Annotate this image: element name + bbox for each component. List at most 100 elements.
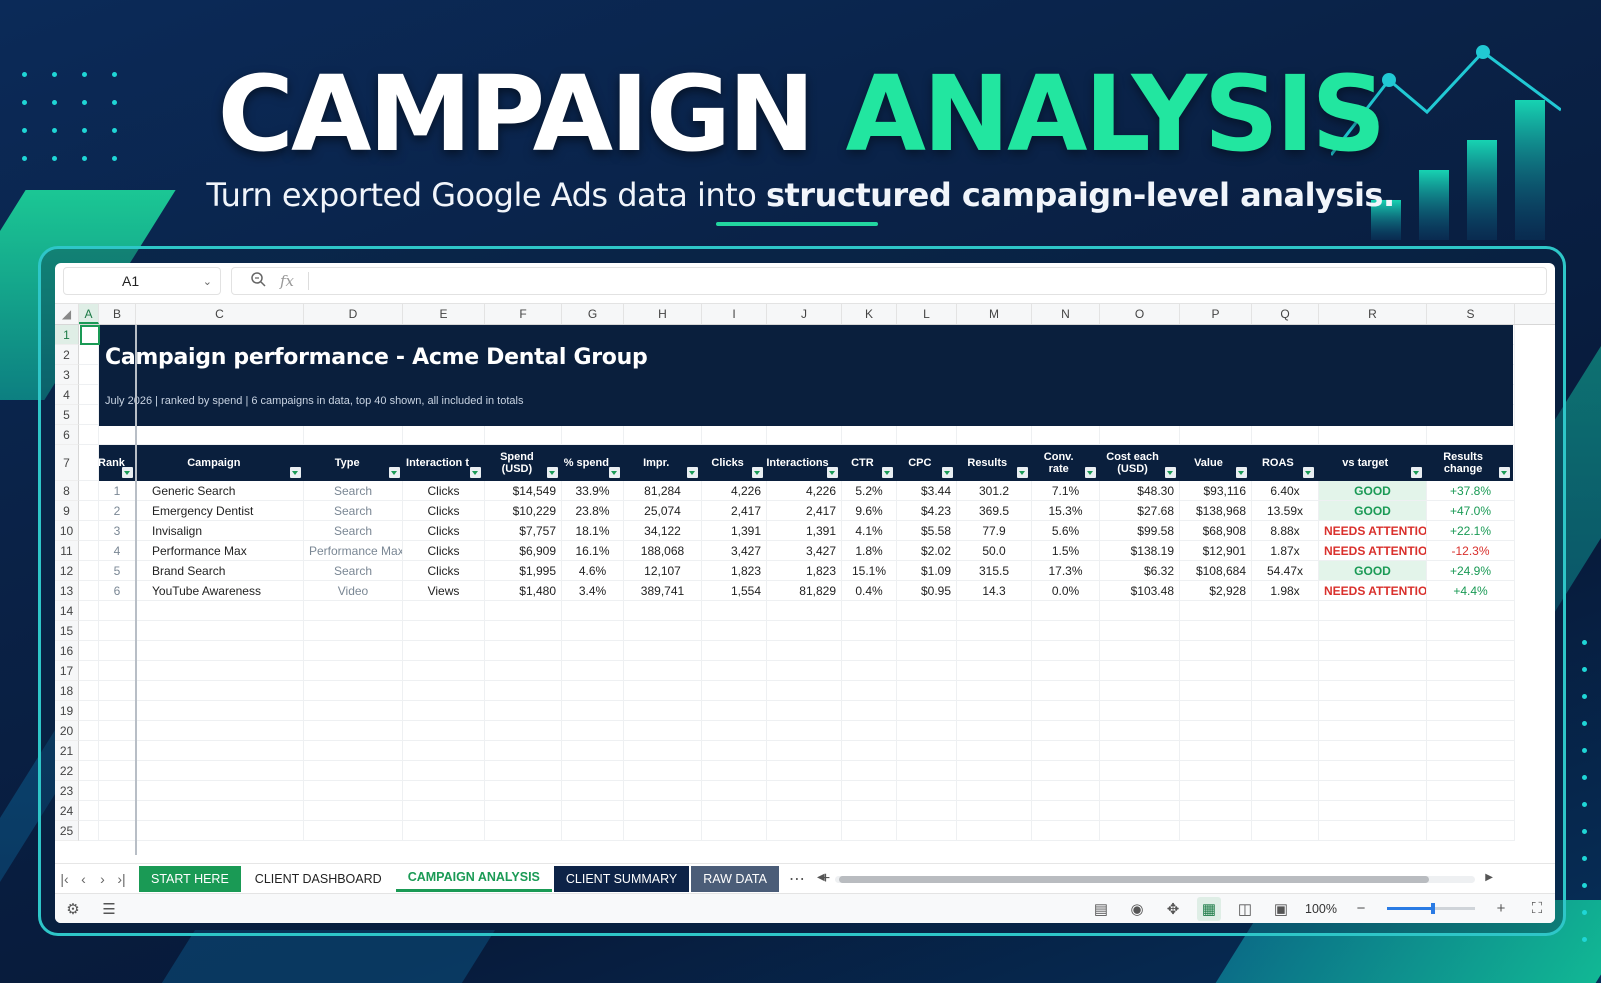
grid-cell[interactable]: +24.9% <box>1427 561 1515 581</box>
grid-cell[interactable] <box>485 641 562 661</box>
grid-cell[interactable]: 17.3% <box>1032 561 1100 581</box>
grid-cell[interactable] <box>79 445 99 481</box>
row-number[interactable]: 20 <box>55 721 79 741</box>
column-header-q[interactable]: Q <box>1252 304 1319 324</box>
row-number[interactable]: 14 <box>55 601 79 621</box>
grid-cell[interactable] <box>1427 621 1515 641</box>
grid-cell[interactable] <box>957 621 1032 641</box>
grid-cell[interactable]: $138,968 <box>1180 501 1252 521</box>
grid-cell[interactable] <box>1100 601 1180 621</box>
grid-cell[interactable]: 4,226 <box>702 481 767 501</box>
grid-cell[interactable]: $27.68 <box>1100 501 1180 521</box>
grid-cell[interactable] <box>1100 741 1180 761</box>
page-setup-icon[interactable]: ▤ <box>1089 897 1113 921</box>
grid-cell[interactable] <box>403 701 485 721</box>
grid-cell[interactable] <box>562 781 624 801</box>
next-sheet-icon[interactable]: › <box>93 871 112 887</box>
grid-cell[interactable] <box>957 761 1032 781</box>
grid-cell[interactable] <box>136 801 304 821</box>
grid-cell[interactable]: Clicks <box>403 481 485 501</box>
grid-cell[interactable] <box>304 741 403 761</box>
grid-cell[interactable] <box>842 761 897 781</box>
table-header-cell[interactable]: vs target <box>1317 445 1425 481</box>
column-header-k[interactable]: K <box>842 304 897 324</box>
grid-cell[interactable]: $103.48 <box>1100 581 1180 601</box>
column-header-o[interactable]: O <box>1100 304 1180 324</box>
column-header-d[interactable]: D <box>304 304 403 324</box>
grid-cell[interactable] <box>702 761 767 781</box>
column-header-j[interactable]: J <box>767 304 842 324</box>
grid-cell[interactable]: 8.88x <box>1252 521 1319 541</box>
grid-cell[interactable]: 13.59x <box>1252 501 1319 521</box>
grid-cell[interactable]: 4 <box>99 541 136 561</box>
grid-cell[interactable] <box>1180 821 1252 841</box>
grid-cell[interactable]: YouTube Awareness <box>136 581 304 601</box>
grid-cell[interactable] <box>897 721 957 741</box>
grid-cell[interactable] <box>79 601 99 621</box>
grid-cell[interactable] <box>957 425 1032 445</box>
grid-cell[interactable] <box>79 365 99 385</box>
grid-cell[interactable] <box>79 621 99 641</box>
row-number[interactable]: 3 <box>55 365 79 385</box>
grid-cell[interactable]: 1,391 <box>702 521 767 541</box>
page-break-icon[interactable]: ▣ <box>1269 897 1293 921</box>
grid-cell[interactable]: Search <box>304 481 403 501</box>
grid-cell[interactable] <box>79 761 99 781</box>
grid-cell[interactable]: NEEDS ATTENTION <box>1319 581 1427 601</box>
filter-dropdown-icon[interactable] <box>547 467 559 478</box>
grid-cell[interactable] <box>702 741 767 761</box>
grid-cell[interactable] <box>624 661 702 681</box>
grid-cell[interactable] <box>304 761 403 781</box>
grid-cell[interactable] <box>136 741 304 761</box>
grid-cell[interactable] <box>1100 761 1180 781</box>
grid-cell[interactable]: $1,995 <box>485 561 562 581</box>
grid-cell[interactable] <box>485 781 562 801</box>
table-header-cell[interactable]: Cost each (USD) <box>1099 445 1179 481</box>
grid-cell[interactable] <box>624 721 702 741</box>
grid-cell[interactable] <box>957 781 1032 801</box>
grid-cell[interactable] <box>897 681 957 701</box>
grid-cell[interactable] <box>897 425 957 445</box>
column-header-m[interactable]: M <box>957 304 1032 324</box>
grid-cell[interactable] <box>136 721 304 741</box>
grid-cell[interactable] <box>403 761 485 781</box>
grid-cell[interactable] <box>897 741 957 761</box>
grid-cell[interactable] <box>1252 821 1319 841</box>
grid-cell[interactable]: 33.9% <box>562 481 624 501</box>
grid-cell[interactable]: NEEDS ATTENTION <box>1319 521 1427 541</box>
grid-cell[interactable] <box>1032 621 1100 641</box>
grid-cell[interactable] <box>99 721 136 741</box>
grid-cell[interactable] <box>897 761 957 781</box>
grid-cell[interactable] <box>99 821 136 841</box>
grid-cell[interactable] <box>562 821 624 841</box>
grid-cell[interactable]: 12,107 <box>624 561 702 581</box>
grid-cell[interactable] <box>1427 641 1515 661</box>
grid-cell[interactable]: Search <box>304 501 403 521</box>
grid-cell[interactable] <box>767 641 842 661</box>
grid-cell[interactable] <box>136 781 304 801</box>
grid-cell[interactable] <box>1427 821 1515 841</box>
grid-cell[interactable] <box>99 641 136 661</box>
fullscreen-icon[interactable]: ⛶ <box>1525 897 1549 921</box>
grid-cell[interactable] <box>1100 721 1180 741</box>
grid-cell[interactable] <box>403 721 485 741</box>
grid-cell[interactable] <box>957 641 1032 661</box>
grid-cell[interactable] <box>304 781 403 801</box>
table-header-cell[interactable]: Interactions <box>766 445 841 481</box>
grid-cell[interactable] <box>1319 641 1427 661</box>
grid-cell[interactable]: 9.6% <box>842 501 897 521</box>
grid-cell[interactable] <box>702 661 767 681</box>
grid-cell[interactable] <box>1180 425 1252 445</box>
grid-cell[interactable] <box>562 621 624 641</box>
grid-cell[interactable] <box>1252 781 1319 801</box>
grid-cell[interactable]: $12,901 <box>1180 541 1252 561</box>
grid-cell[interactable] <box>1180 641 1252 661</box>
grid-cell[interactable] <box>842 781 897 801</box>
grid-cell[interactable] <box>957 741 1032 761</box>
grid-cell[interactable] <box>1319 721 1427 741</box>
select-all-corner[interactable]: ◢ <box>55 304 79 324</box>
grid-cell[interactable] <box>403 601 485 621</box>
grid-cell[interactable] <box>1032 821 1100 841</box>
grid-cell[interactable] <box>897 661 957 681</box>
grid-cell[interactable] <box>1252 741 1319 761</box>
